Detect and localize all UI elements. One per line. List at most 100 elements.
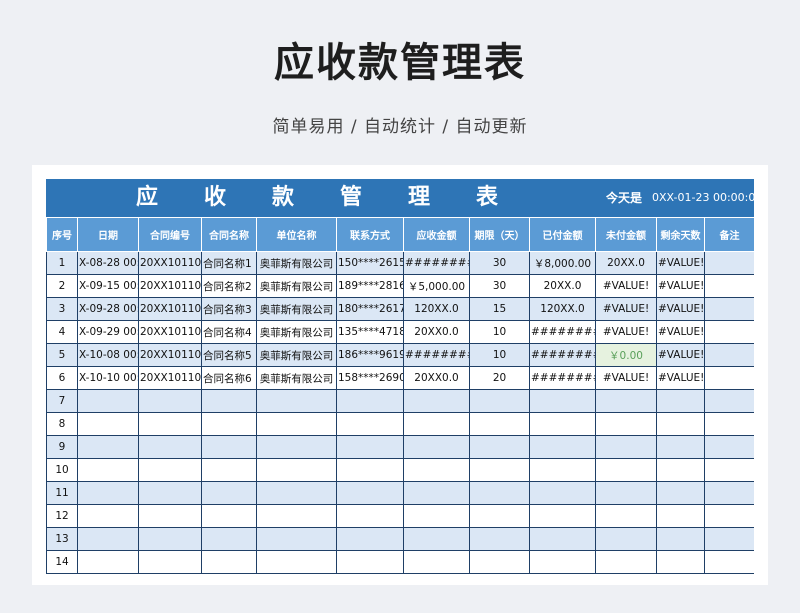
- table-cell[interactable]: [77, 389, 139, 413]
- table-cell[interactable]: 20XX101105.: [138, 343, 202, 367]
- table-cell[interactable]: #VALUE!: [595, 320, 657, 344]
- table-cell[interactable]: 20: [469, 366, 530, 390]
- table-cell[interactable]: [138, 504, 202, 528]
- table-cell[interactable]: [201, 389, 257, 413]
- table-cell[interactable]: 30: [469, 274, 530, 298]
- header-cell[interactable]: 备注: [704, 217, 754, 252]
- table-cell[interactable]: 5: [46, 343, 78, 367]
- table-cell[interactable]: [403, 504, 470, 528]
- table-cell[interactable]: [595, 481, 657, 505]
- table-cell[interactable]: 20XX101102.: [138, 274, 202, 298]
- table-cell[interactable]: [704, 389, 754, 413]
- table-cell[interactable]: 186****9619: [336, 343, 404, 367]
- table-cell[interactable]: [704, 274, 754, 298]
- table-cell[interactable]: 奥菲斯有限公司: [256, 343, 337, 367]
- table-cell[interactable]: [656, 481, 705, 505]
- table-cell[interactable]: [595, 504, 657, 528]
- table-cell[interactable]: [469, 504, 530, 528]
- table-cell[interactable]: [704, 527, 754, 551]
- table-cell[interactable]: [595, 435, 657, 459]
- header-cell[interactable]: 单位名称: [256, 217, 337, 252]
- table-cell[interactable]: 2: [46, 274, 78, 298]
- table-cell[interactable]: [138, 389, 202, 413]
- table-cell[interactable]: 10: [469, 343, 530, 367]
- table-cell[interactable]: #VALUE!: [656, 274, 705, 298]
- table-cell[interactable]: [201, 504, 257, 528]
- table-cell[interactable]: 14: [46, 550, 78, 574]
- table-cell[interactable]: [77, 481, 139, 505]
- table-cell[interactable]: [656, 550, 705, 574]
- table-cell[interactable]: [201, 412, 257, 436]
- table-cell[interactable]: #VALUE!: [656, 343, 705, 367]
- table-cell[interactable]: [469, 527, 530, 551]
- table-cell[interactable]: X-10-10 00:0: [77, 366, 139, 390]
- header-cell[interactable]: 日期: [77, 217, 139, 252]
- table-cell[interactable]: [256, 435, 337, 459]
- table-cell[interactable]: [704, 481, 754, 505]
- table-cell[interactable]: 奥菲斯有限公司: [256, 297, 337, 321]
- table-cell[interactable]: ￥0.00: [595, 343, 657, 367]
- table-cell[interactable]: 150****2615: [336, 251, 404, 275]
- table-cell[interactable]: [201, 550, 257, 574]
- table-cell[interactable]: 30: [469, 251, 530, 275]
- table-cell[interactable]: [469, 389, 530, 413]
- table-cell[interactable]: [336, 458, 404, 482]
- table-cell[interactable]: [77, 550, 139, 574]
- table-cell[interactable]: #########: [529, 320, 596, 344]
- table-cell[interactable]: #VALUE!: [595, 297, 657, 321]
- table-cell[interactable]: [336, 481, 404, 505]
- table-cell[interactable]: 20XX.0: [595, 251, 657, 275]
- table-cell[interactable]: [704, 504, 754, 528]
- table-cell[interactable]: 20XX.0: [529, 274, 596, 298]
- table-cell[interactable]: 合同名称2: [201, 274, 257, 298]
- table-cell[interactable]: 20XX101101.: [138, 251, 202, 275]
- table-cell[interactable]: [336, 412, 404, 436]
- table-cell[interactable]: [77, 527, 139, 551]
- table-cell[interactable]: [403, 435, 470, 459]
- table-cell[interactable]: #########: [529, 343, 596, 367]
- table-cell[interactable]: [77, 412, 139, 436]
- table-cell[interactable]: [704, 412, 754, 436]
- table-cell[interactable]: 合同名称3: [201, 297, 257, 321]
- table-cell[interactable]: 奥菲斯有限公司: [256, 366, 337, 390]
- table-cell[interactable]: [77, 458, 139, 482]
- table-cell[interactable]: 189****2816: [336, 274, 404, 298]
- table-cell[interactable]: 合同名称1: [201, 251, 257, 275]
- table-cell[interactable]: [403, 527, 470, 551]
- table-cell[interactable]: #VALUE!: [595, 274, 657, 298]
- table-cell[interactable]: [656, 527, 705, 551]
- table-cell[interactable]: [336, 435, 404, 459]
- table-cell[interactable]: [469, 458, 530, 482]
- table-cell[interactable]: [656, 504, 705, 528]
- table-cell[interactable]: [77, 435, 139, 459]
- table-cell[interactable]: 7: [46, 389, 78, 413]
- table-cell[interactable]: 20XX0.0: [403, 366, 470, 390]
- table-cell[interactable]: [256, 550, 337, 574]
- table-cell[interactable]: 奥菲斯有限公司: [256, 320, 337, 344]
- table-cell[interactable]: 20XX101106.: [138, 366, 202, 390]
- table-cell[interactable]: [656, 458, 705, 482]
- table-cell[interactable]: 6: [46, 366, 78, 390]
- table-cell[interactable]: [529, 389, 596, 413]
- table-cell[interactable]: 合同名称6: [201, 366, 257, 390]
- table-cell[interactable]: [656, 389, 705, 413]
- table-cell[interactable]: [256, 458, 337, 482]
- table-cell[interactable]: [469, 435, 530, 459]
- table-cell[interactable]: [469, 412, 530, 436]
- table-cell[interactable]: 12: [46, 504, 78, 528]
- table-cell[interactable]: [704, 251, 754, 275]
- table-cell[interactable]: [403, 550, 470, 574]
- table-cell[interactable]: [704, 458, 754, 482]
- table-cell[interactable]: [403, 458, 470, 482]
- table-cell[interactable]: [336, 550, 404, 574]
- table-cell[interactable]: 8: [46, 412, 78, 436]
- table-cell[interactable]: [201, 527, 257, 551]
- table-cell[interactable]: [595, 458, 657, 482]
- table-cell[interactable]: 158****2690: [336, 366, 404, 390]
- table-cell[interactable]: [469, 550, 530, 574]
- table-cell[interactable]: #VALUE!: [656, 366, 705, 390]
- table-cell[interactable]: [256, 504, 337, 528]
- table-cell[interactable]: [201, 481, 257, 505]
- table-cell[interactable]: 合同名称5: [201, 343, 257, 367]
- table-cell[interactable]: [704, 550, 754, 574]
